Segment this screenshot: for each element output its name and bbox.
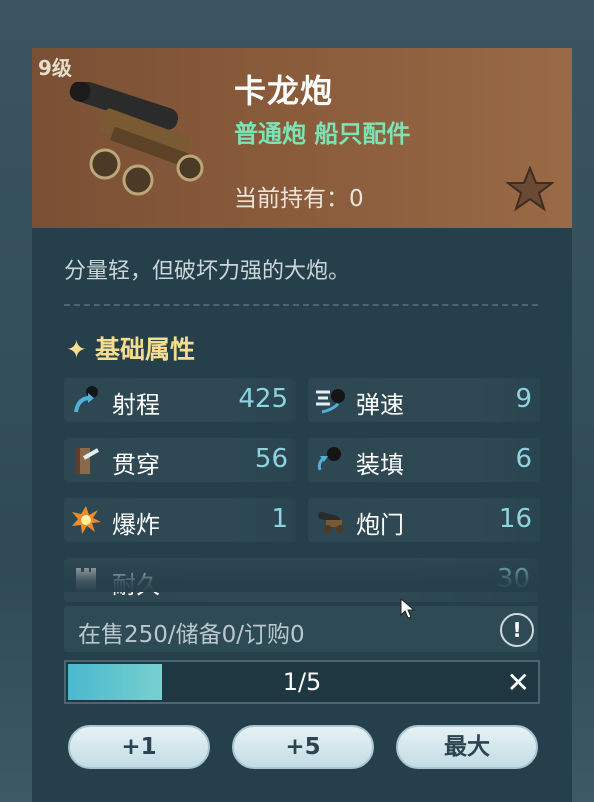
cannon-small-icon xyxy=(318,511,344,533)
divider xyxy=(64,304,538,306)
stat-reload: 装填 6 xyxy=(308,438,540,482)
stat-label: 射程 xyxy=(112,391,160,419)
item-type: 普通炮 船只配件 xyxy=(234,120,411,148)
stat-value: 1 xyxy=(271,504,288,534)
cannon-icon xyxy=(69,82,204,196)
penetration-icon xyxy=(76,448,99,474)
section-title-label: 基础属性 xyxy=(94,335,195,364)
stat-value: 425 xyxy=(238,384,288,414)
stat-speed: 弹速 9 xyxy=(308,378,540,422)
sparkle-icon: ✦ xyxy=(66,335,87,364)
scroll-fade xyxy=(32,556,572,592)
stat-label: 炮门 xyxy=(356,511,404,539)
item-name: 卡龙炮 xyxy=(234,72,334,110)
stat-label: 弹速 xyxy=(356,391,404,419)
market-text: 在售250/储备0/订购0 xyxy=(78,622,305,648)
quantity-slider[interactable]: 1/5 ✕ xyxy=(64,660,540,704)
holding-count: 当前持有：0 xyxy=(234,186,364,212)
stat-value: 16 xyxy=(498,504,532,534)
info-icon[interactable]: ! xyxy=(500,613,534,647)
plus-one-button[interactable]: +1 xyxy=(68,725,210,769)
item-description: 分量轻，但破坏力强的大炮。 xyxy=(64,259,351,284)
stat-gunport: 炮门 16 xyxy=(308,498,540,542)
max-button[interactable]: 最大 xyxy=(396,725,538,769)
stat-range: 射程 425 xyxy=(64,378,296,422)
stat-label: 爆炸 xyxy=(112,511,160,539)
stat-label: 装填 xyxy=(356,451,404,479)
explosion-icon xyxy=(72,506,101,534)
quantity-count: 1/5 xyxy=(282,668,322,696)
stat-penetration: 贯穿 56 xyxy=(64,438,296,482)
market-info: 在售250/储备0/订购0 ! xyxy=(64,606,538,652)
mouse-cursor-icon xyxy=(400,598,416,619)
reload-icon xyxy=(317,447,341,471)
plus-five-button[interactable]: +5 xyxy=(232,725,374,769)
stat-label: 贯穿 xyxy=(112,451,160,479)
clear-quantity-button[interactable]: ✕ xyxy=(507,666,530,699)
stat-value: 56 xyxy=(254,444,288,474)
favorite-star-icon[interactable] xyxy=(506,166,554,212)
stat-explosion: 爆炸 1 xyxy=(64,498,296,542)
stat-value: 9 xyxy=(515,384,532,414)
item-level: 9级 xyxy=(38,56,72,80)
range-icon xyxy=(74,386,98,413)
speed-icon xyxy=(316,389,345,414)
section-title: ✦ 基础属性 xyxy=(66,330,195,366)
stat-value: 6 xyxy=(515,444,532,474)
